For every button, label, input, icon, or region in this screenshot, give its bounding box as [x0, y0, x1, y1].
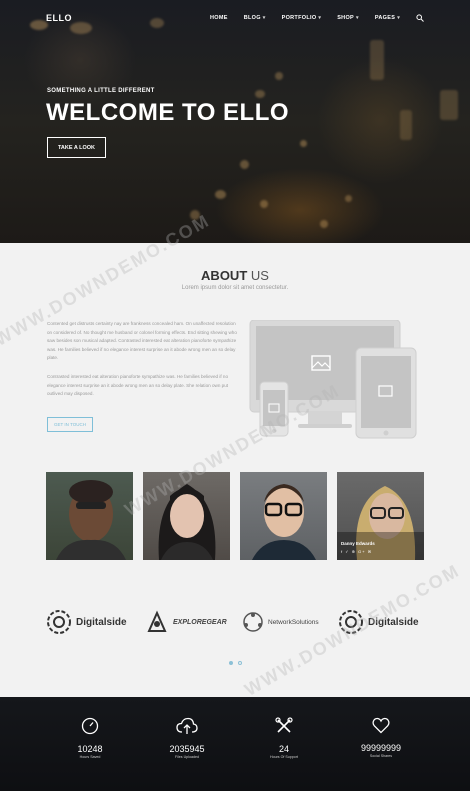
about-heading: ABOUT US — [201, 268, 269, 283]
hero-section: ELLO HOME BLOG ▾ PORTFOLIO ▾ SHOP ▾ PAGES ▾ … — [0, 0, 470, 243]
chevron-down-icon: ▾ — [262, 15, 266, 21]
about-paragraph-2: Contrasted interested eat alteration pia… — [47, 374, 229, 396]
team-member-name: Danny Edwards — [341, 541, 375, 546]
stat-hours-saved: 10248 Hours Saved — [60, 717, 120, 759]
digitalside-logo-icon — [339, 610, 363, 634]
chevron-down-icon: ▾ — [318, 15, 322, 21]
nav-blog[interactable]: BLOG ▾ — [244, 15, 266, 21]
team-member-card[interactable] — [46, 472, 133, 560]
cloud-upload-icon — [176, 717, 198, 734]
hero-subtitle: SOMETHING A LITTLE DIFFERENT — [47, 88, 155, 94]
heart-icon — [372, 717, 390, 734]
stat-files-uploaded: 2035945 Files Uploaded — [157, 717, 217, 759]
top-navigation: ELLO HOME BLOG ▾ PORTFOLIO ▾ SHOP ▾ PAGES ▾ — [0, 0, 470, 36]
exploregear-logo-icon — [147, 610, 167, 632]
tools-icon — [275, 717, 293, 733]
search-icon[interactable] — [416, 14, 424, 22]
stat-hours-support: 24 Hours Of Support — [254, 717, 314, 759]
get-in-touch-button[interactable]: GET IN TOUCH — [47, 417, 93, 432]
network-logo-icon — [243, 612, 263, 632]
chevron-down-icon: ▾ — [397, 15, 400, 21]
main-menu: HOME BLOG ▾ PORTFOLIO ▾ SHOP ▾ PAGES ▾ — [210, 14, 424, 22]
client-logos: Digitalside EXPLOREGEAR NetworkSolutions… — [46, 607, 426, 637]
take-a-look-button[interactable]: TAKE A LOOK — [47, 137, 106, 158]
team-member-photo — [252, 484, 316, 560]
client-logo[interactable]: Digitalside — [46, 607, 127, 637]
team-member-card[interactable]: Danny Edwards f ✓ ⊕ G+ ✉ — [337, 472, 424, 560]
carousel-pagination — [229, 661, 242, 665]
site-logo[interactable]: ELLO — [46, 13, 72, 23]
team-member-card[interactable] — [143, 472, 230, 560]
hero-title: WELCOME TO ELLO — [46, 99, 290, 126]
digitalside-logo-icon — [47, 610, 71, 634]
social-icons[interactable]: f ✓ ⊕ G+ ✉ — [341, 549, 372, 554]
client-logo[interactable]: EXPLOREGEAR — [145, 607, 227, 637]
carousel-dot[interactable] — [238, 661, 242, 665]
team-grid: Danny Edwards f ✓ ⊕ G+ ✉ — [46, 472, 425, 560]
client-logo[interactable]: NetworkSolutions — [242, 607, 319, 637]
timer-icon — [81, 717, 99, 735]
devices-illustration — [249, 320, 417, 439]
chevron-down-icon: ▾ — [356, 15, 359, 21]
nav-portfolio[interactable]: PORTFOLIO ▾ — [282, 15, 322, 21]
stats-section: 10248 Hours Saved 2035945 Files Uploaded… — [0, 697, 470, 791]
about-paragraph-1: Contented get distrusts certainty nay ar… — [47, 321, 237, 360]
team-member-photo — [337, 486, 424, 560]
stat-social-shares: 99999999 Social Shares — [351, 717, 411, 758]
nav-pages[interactable]: PAGES ▾ — [375, 15, 400, 21]
about-subtitle: Lorem ipsum dolor sit amet consectetur. — [181, 285, 289, 291]
team-member-photo — [56, 480, 126, 560]
client-logo[interactable]: Digitalside — [338, 607, 419, 637]
team-member-photo — [158, 484, 216, 560]
team-member-card[interactable] — [240, 472, 327, 560]
nav-shop[interactable]: SHOP ▾ — [337, 15, 359, 21]
carousel-dot[interactable] — [229, 661, 233, 665]
nav-home[interactable]: HOME — [210, 15, 228, 21]
